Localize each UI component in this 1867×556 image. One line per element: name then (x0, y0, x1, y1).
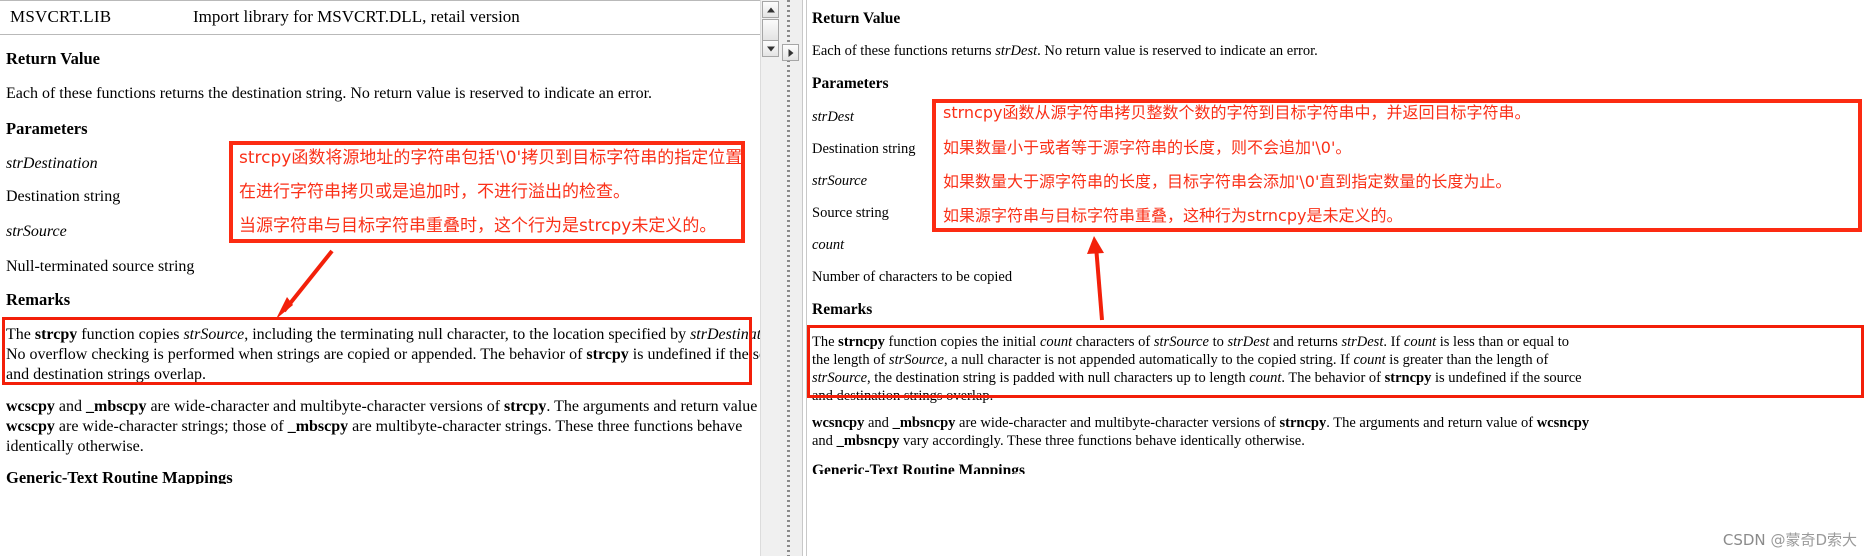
right-wide-line-1: wcsncpy and _mbsncpy are wide-character … (812, 414, 1589, 434)
triangle-up-icon (766, 7, 775, 12)
param-strdest: strDest (995, 43, 1038, 59)
left-annotation-line-1: strcpy函数将源地址的字符串包括'\0'拷贝到目标字符串的指定位置 (239, 148, 743, 168)
func-mbscpy: _mbscpy (287, 418, 349, 435)
watermark-brand: CSDN (1722, 531, 1766, 549)
right-annotation-arrow-icon (1087, 236, 1104, 321)
left-parameters-heading: Parameters (6, 119, 88, 138)
splitter-grip (787, 0, 790, 556)
function-name: strncpy (1279, 415, 1327, 431)
left-wide-line-2: wcscpy are wide-character strings; those… (6, 416, 742, 438)
left-annotation-line-3: 当源字符串与目标字符串重叠时，这个行为是strcpy未定义的。 (239, 216, 717, 236)
right-cutoff-heading: Generic-Text Routine Mappings (812, 462, 1025, 474)
right-annotation-line-4: 如果源字符串与目标字符串重叠，这种行为strncpy是未定义的。 (943, 206, 1403, 225)
left-return-value-heading: Return Value (6, 49, 100, 68)
right-param-3-desc: Number of characters to be copied (812, 269, 1013, 285)
text-fragment: . The arguments and return value of (546, 398, 760, 415)
right-return-value-heading: Return Value (812, 10, 901, 27)
function-name: _mbsncpy (836, 433, 900, 449)
left-param-1-desc: Destination string (6, 188, 121, 205)
right-parameters-heading: Parameters (812, 75, 889, 92)
left-param-2-desc: Null-terminated source string (6, 258, 195, 275)
left-wide-line-3: identically otherwise. (6, 438, 144, 455)
func-mbscpy: _mbscpy (86, 398, 147, 415)
function-name: wcsncpy (1536, 415, 1590, 431)
right-param-2-name: strSource (812, 173, 868, 189)
text-fragment: are wide-character and multibyte-charact… (146, 398, 505, 415)
text-fragment: and (864, 415, 893, 431)
left-cutoff-heading: Generic-Text Routine Mappings (6, 468, 233, 484)
pane-splitter[interactable] (780, 0, 802, 556)
scroll-down-button[interactable] (762, 40, 779, 57)
text-fragment: vary accordingly. These three functions … (899, 433, 1305, 449)
right-document-pane: Return Value Each of these functions ret… (802, 0, 1867, 556)
text-fragment: and (54, 398, 86, 415)
library-description-cell: Import library for MSVCRT.DLL, retail ve… (193, 7, 520, 26)
left-remarks-heading: Remarks (6, 290, 71, 309)
right-annotation-line-2: 如果数量小于或者等于源字符串的长度，则不会追加'\0'。 (943, 138, 1352, 157)
triangle-right-icon (788, 48, 793, 57)
func-wcscpy: wcscpy (6, 398, 55, 415)
function-name: wcsncpy (812, 415, 865, 431)
left-return-value-text: Each of these functions returns the dest… (6, 85, 653, 102)
text-fragment: are wide-character strings; those of (54, 418, 288, 435)
library-name-cell: MSVCRT.LIB (10, 7, 112, 26)
watermark: CSDN @蒙奇D索大 (1723, 529, 1857, 550)
pane-border-line (802, 0, 803, 556)
right-param-3-name: count (812, 237, 845, 253)
left-document-pane: MSVCRT.LIB Import library for MSVCRT.DLL… (0, 0, 760, 556)
right-annotation-line-3: 如果数量大于源字符串的长度，目标字符串会添加'\0'直到指定数量的长度为止。 (943, 172, 1512, 191)
text-fragment: are wide-character and multibyte-charact… (955, 415, 1280, 431)
left-wide-line-1: wcscpy and _mbscpy are wide-character an… (6, 396, 760, 418)
function-name: _mbsncpy (892, 415, 956, 431)
left-annotation-line-2: 在进行字符串拷贝或是追加时，不进行溢出的检查。 (239, 182, 630, 202)
text-fragment: . No return value is reserved to indicat… (1037, 43, 1318, 59)
text-fragment: are multibyte-character strings. These t… (348, 418, 743, 435)
text-fragment: . The arguments and return value of (1326, 415, 1537, 431)
watermark-author: @蒙奇D索大 (1770, 531, 1857, 549)
right-remarks-highlight-box (807, 325, 1864, 398)
right-param-1-desc: Destination string (812, 141, 916, 157)
text-fragment: and (812, 433, 837, 449)
triangle-down-icon (766, 46, 775, 51)
text-fragment: Each of these functions returns (812, 43, 996, 59)
right-param-2-desc: Source string (812, 205, 889, 221)
right-wide-line-2: and _mbsncpy vary accordingly. These thr… (812, 432, 1305, 452)
left-annotation-arrow-icon (276, 249, 334, 319)
func-wcscpy: wcscpy (6, 418, 55, 435)
right-param-1-name: strDest (812, 109, 854, 125)
left-remarks-highlight-box (2, 317, 752, 385)
screenshot-root: MSVCRT.LIB Import library for MSVCRT.DLL… (0, 0, 1867, 556)
right-remarks-heading: Remarks (812, 301, 873, 318)
left-param-2-name: strSource (6, 223, 67, 240)
scroll-up-button[interactable] (762, 1, 779, 18)
library-table-row: MSVCRT.LIB Import library for MSVCRT.DLL… (0, 0, 760, 35)
right-return-value-text: Each of these functions returns strDest.… (812, 42, 1318, 62)
pane-border-line (806, 0, 807, 556)
left-param-1-name: strDestination (6, 155, 98, 172)
func-strcpy: strcpy (504, 398, 547, 415)
right-annotation-line-1: strncpy函数从源字符串拷贝整数个数的字符到目标字符串中，并返回目标字符串。 (943, 103, 1531, 122)
scroll-right-button[interactable] (782, 44, 799, 61)
left-pane-vertical-scrollbar[interactable] (760, 0, 781, 556)
